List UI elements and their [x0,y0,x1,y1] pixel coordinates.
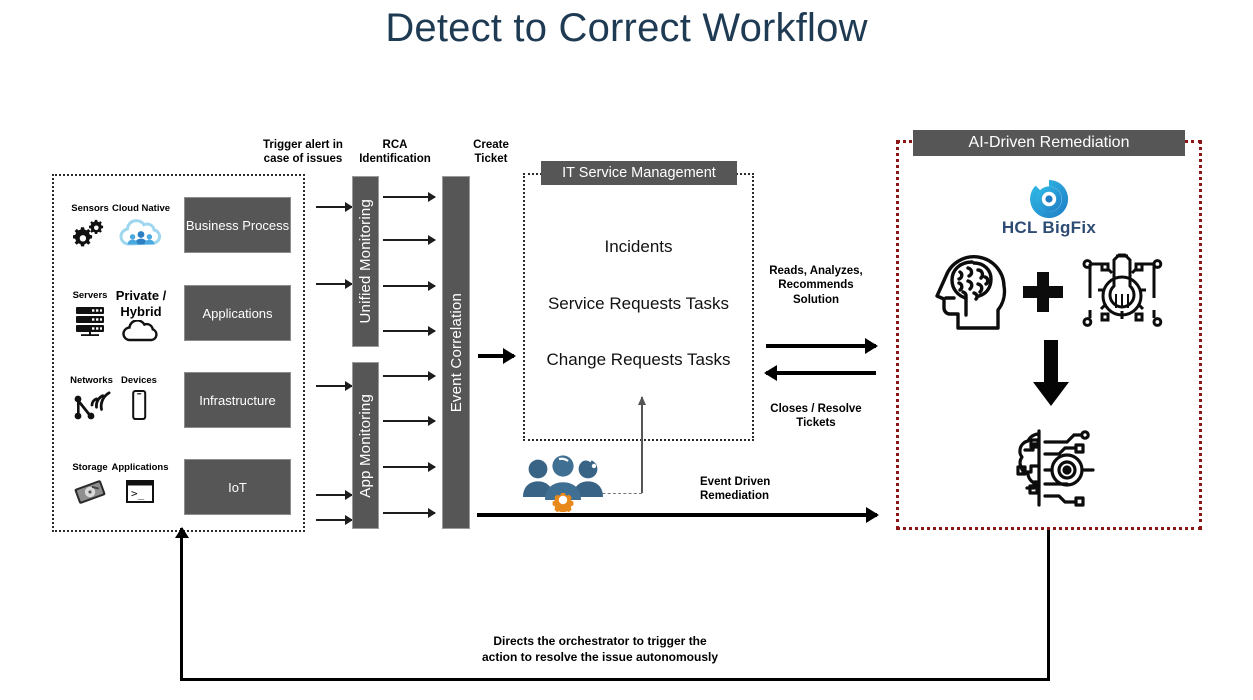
label-rca-identification: RCA Identification [347,138,443,167]
label-trigger-alert: Trigger alert in case of issues [248,138,358,167]
itsm-item-incidents[interactable]: Incidents [523,237,754,257]
bar-unified-monitoring[interactable]: Unified Monitoring [352,176,379,347]
arrow-monitor-to-correlation-8 [383,512,435,514]
label-create-ticket: Create Ticket [455,138,527,167]
trigger-line2: case of issues [263,153,343,166]
label-bottom-caption: Directs the orchestrator to trigger the … [400,634,800,665]
event-driven-line1: Event Driven [700,476,771,488]
gear-wrench-tech-icon [1076,252,1168,337]
box-infrastructure[interactable]: Infrastructure [184,372,291,428]
ai-circuit-brain-icon [1005,428,1097,515]
arrow-ai-to-itsm [766,371,876,375]
arrow-monitor-to-correlation-3 [383,285,435,287]
bigfix-product-name: HCL BigFix [1001,218,1097,237]
terminal-window-icon: >_ [105,475,175,509]
page-title: Detect to Correct Workflow [385,6,868,50]
icon-label-private: Private / [115,288,167,303]
svg-text:>_: >_ [131,487,145,500]
arrow-orchestrator-to-itsm [641,397,643,493]
ai-remediation-header: AI-Driven Remediation [913,130,1185,156]
bar-label-event-correlation: Event Correlation [447,292,465,413]
arrow-monitor-to-correlation-6 [383,420,435,422]
arrow-correlation-to-itsm [478,354,514,358]
head-brain-icon [932,252,1018,339]
rca-line1: RCA [382,139,408,151]
feedback-arrow-to-source [180,528,183,680]
itsm-header: IT Service Management [541,161,737,185]
down-arrow-icon [1031,340,1071,411]
feedback-line-horizontal [180,678,1050,681]
arrow-event-driven-remediation [477,513,877,517]
icon-label-applications: Applications [111,462,169,473]
cloud-outline-icon [108,319,174,345]
arrow-monitor-to-correlation-7 [383,466,435,468]
create-line2: Ticket [474,153,508,166]
box-iot[interactable]: IoT [184,459,291,515]
icon-applications-terminal: Applications >_ [105,462,175,509]
arrow-monitor-to-correlation-5 [383,375,435,377]
icon-label-hybrid: Hybrid [120,303,162,319]
feedback-line-vertical-right [1047,530,1050,680]
cloud-people-icon [108,216,174,250]
arrow-business-to-unified [316,206,352,208]
icon-label-devices: Devices [121,375,157,386]
bottom-line1: Directs the orchestrator to trigger the [493,634,707,648]
rca-line2: Identification [359,153,431,166]
itsm-item-change-requests[interactable]: Change Requests Tasks [523,350,754,370]
closes-line1: Closes / Resolve [770,403,862,415]
reads-line2: Recommends [778,279,854,292]
icon-cloud-native: Cloud Native [108,203,174,250]
arrow-itsm-to-ai [766,344,876,348]
bottom-line2: action to resolve the issue autonomously [481,649,719,664]
reads-line1: Reads, Analyzes, [769,265,863,277]
itsm-item-service-requests[interactable]: Service Requests Tasks [523,294,754,314]
bar-app-monitoring[interactable]: App Monitoring [352,362,379,529]
trigger-line1: Trigger alert in [263,139,343,151]
label-event-driven-remediation: Event Driven Remediation [700,475,812,504]
label-reads-analyzes: Reads, Analyzes, Recommends Solution [760,264,872,307]
label-closes-resolve: Closes / Resolve Tickets [760,402,872,431]
arrow-iot-to-app [316,494,352,496]
event-driven-line2: Remediation [700,490,770,503]
orchestrator-people-gear [519,450,607,517]
arrow-iot-to-app-2 [316,519,352,521]
bar-label-unified-monitoring: Unified Monitoring [357,199,374,324]
box-business-process[interactable]: Business Process [184,197,291,253]
icon-label-cloud-native: Cloud Native [111,203,171,214]
plus-icon [1022,270,1064,319]
arrow-infrastructure-to-app [316,385,352,387]
bar-event-correlation[interactable]: Event Correlation [442,176,470,529]
mobile-device-icon [110,388,168,422]
box-applications[interactable]: Applications [184,285,291,341]
arrow-monitor-to-correlation-1 [383,196,435,198]
arrow-monitor-to-correlation-2 [383,239,435,241]
reads-line3: Solution [793,293,839,306]
icon-devices: Devices [110,375,168,422]
people-gear-icon [523,455,603,514]
closes-line2: Tickets [796,417,836,430]
arrow-monitor-to-correlation-4 [383,330,435,332]
bar-label-app-monitoring: App Monitoring [357,393,374,498]
arrow-applications-to-unified [316,283,352,285]
icon-private-hybrid: Private / Hybrid [108,288,174,345]
create-line1: Create [473,139,509,151]
